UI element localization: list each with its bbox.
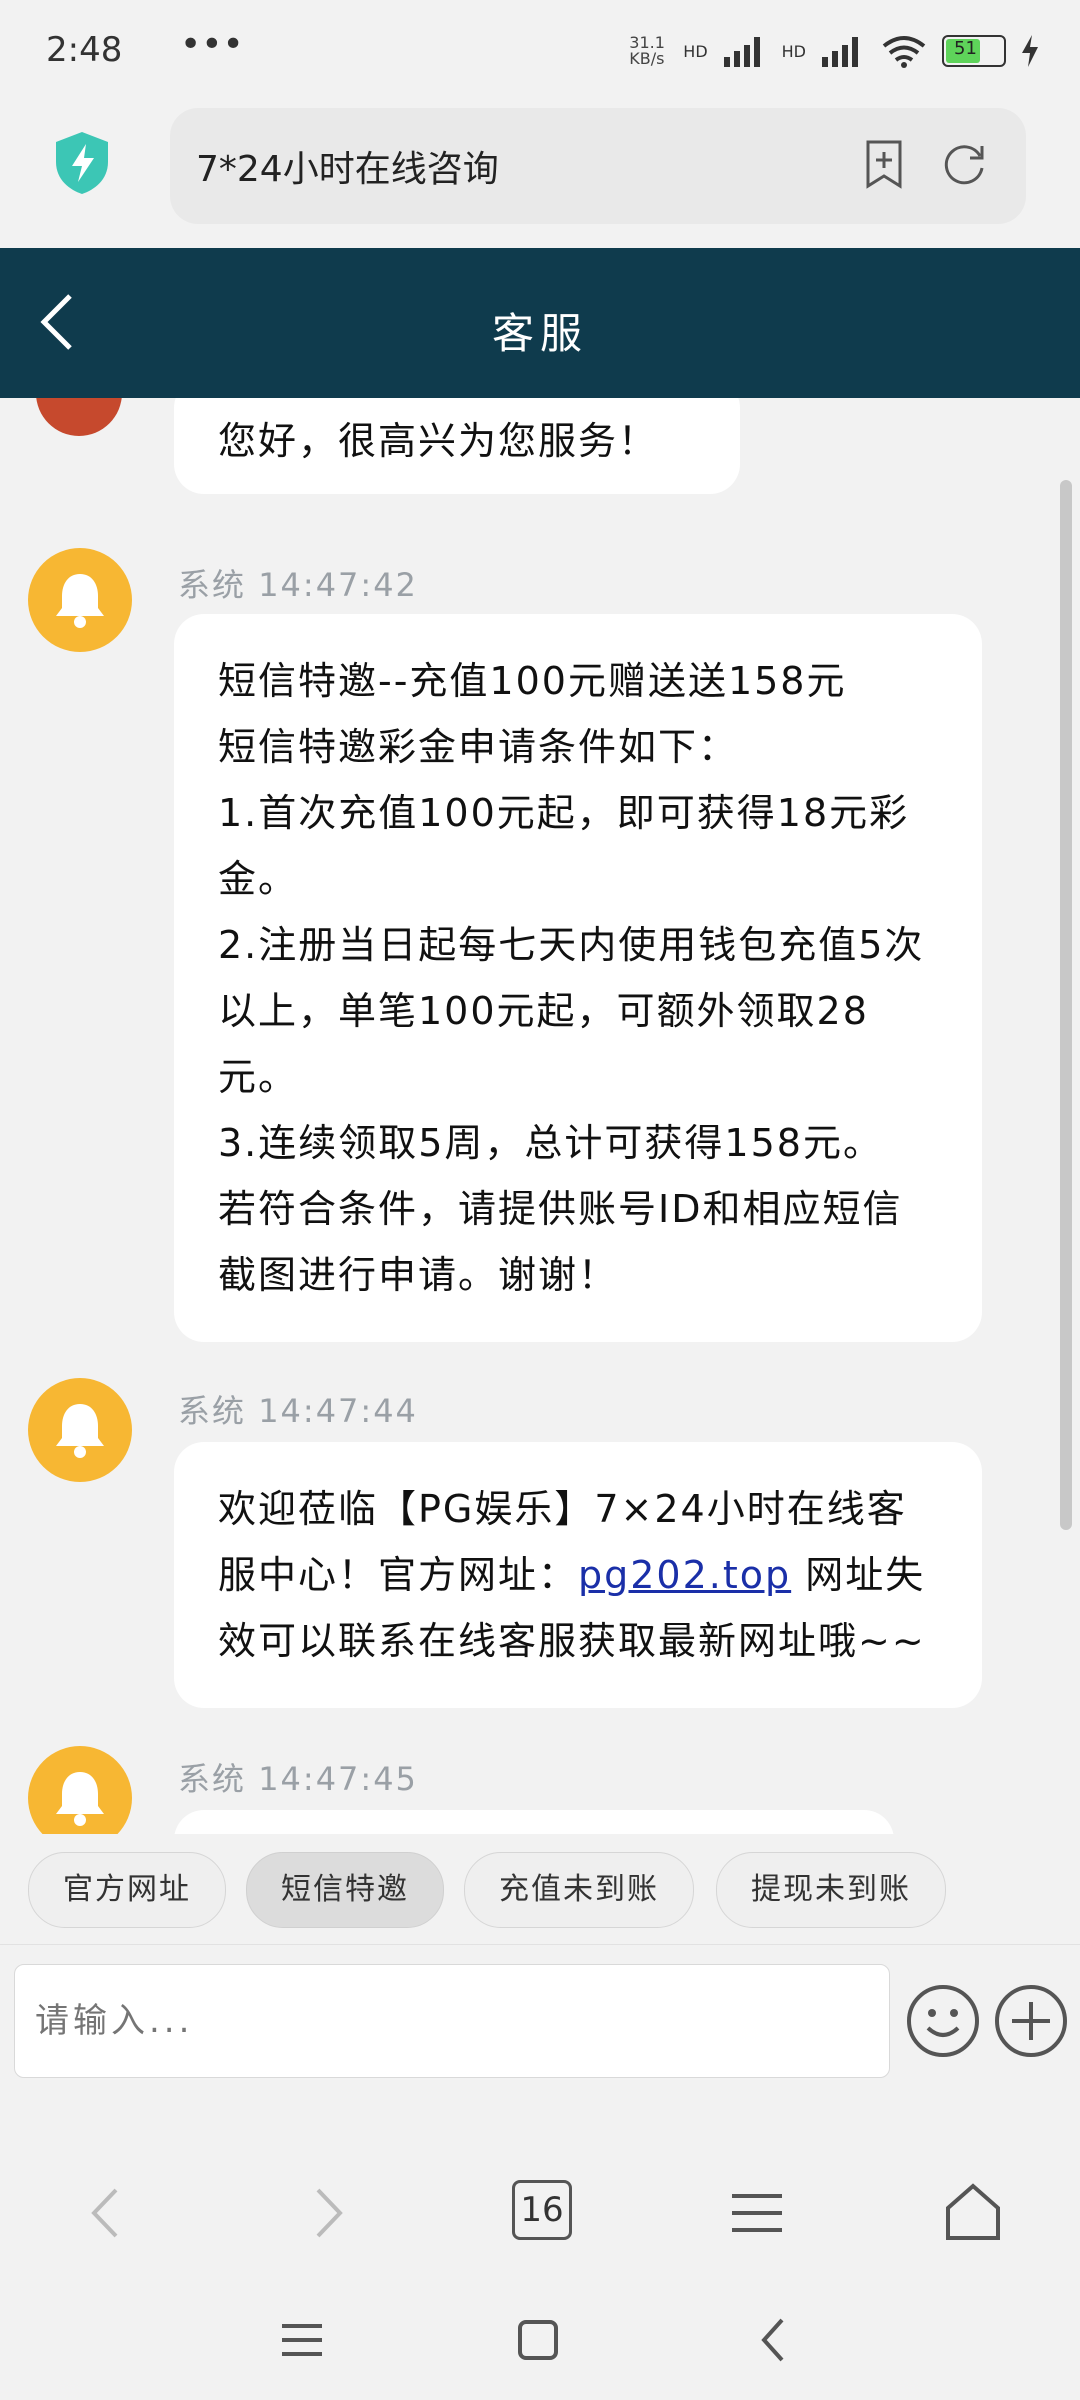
- back-arrow-icon[interactable]: [72, 2178, 142, 2248]
- agent-avatar: [36, 398, 122, 436]
- network-speed: 31.1 KB/s: [629, 33, 665, 68]
- shield-icon[interactable]: [52, 130, 112, 196]
- message-line: 3.连续领取5周，总计可获得158元。: [218, 1121, 883, 1165]
- wifi-icon: [882, 36, 926, 68]
- status-more-dots: •••: [180, 24, 244, 65]
- charging-icon: [1022, 35, 1038, 67]
- message-text: 欢迎莅临【PG娱乐】7×24小时在线客服中心！官方网址：pg202.top 网址…: [218, 1476, 938, 1674]
- chat-scrollbar[interactable]: [1060, 480, 1072, 1530]
- system-back-icon[interactable]: [744, 2310, 804, 2370]
- system-avatar: [28, 1378, 132, 1482]
- signal-icon-2: [822, 37, 858, 67]
- url-text[interactable]: 7*24小时在线咨询: [196, 140, 499, 192]
- plus-circle-icon[interactable]: [992, 1982, 1070, 2060]
- quick-reply-sms-invite[interactable]: 短信特邀: [246, 1852, 444, 1928]
- quick-reply-official-site[interactable]: 官方网址: [28, 1852, 226, 1928]
- message-line: 2.注册当日起每七天内使用钱包充值5次以上，单笔100元起，可额外领取28元。: [218, 923, 925, 1099]
- message-time: 14:47:45: [258, 1760, 418, 1798]
- message-text: 您好，很高兴为您服务！: [218, 419, 659, 463]
- message-bubble: 欢迎莅临【PG娱乐】7×24小时在线客服中心！官方网址：pg202.top 网址…: [174, 1442, 982, 1708]
- message-meta: 系统 14:47:45: [178, 1754, 418, 1800]
- message-line: 短信特邀--充值100元赠送送158元: [218, 659, 847, 703]
- system-avatar: [28, 548, 132, 652]
- message-bubble: [174, 1810, 894, 1834]
- battery-icon: 51: [942, 35, 1006, 67]
- emoji-icon[interactable]: [904, 1982, 982, 2060]
- network-type-1: HD: [683, 41, 708, 61]
- quick-reply-deposit-missing[interactable]: 充值未到账: [464, 1852, 694, 1928]
- message-line: 1.首次充值100元起，即可获得18元彩金。: [218, 791, 910, 901]
- refresh-icon[interactable]: [936, 136, 992, 192]
- recent-apps-icon[interactable]: [272, 2310, 332, 2370]
- bell-icon: [56, 1772, 104, 1826]
- bell-icon: [56, 1404, 104, 1458]
- message-line: 若符合条件，请提供账号ID和相应短信截图进行申请。谢谢！: [218, 1187, 903, 1297]
- chat-title: 客服: [491, 309, 588, 358]
- status-indicators: 31.1 KB/s HD HD 51: [629, 34, 1040, 68]
- message-time: 14:47:42: [258, 566, 418, 604]
- signal-icon: [723, 37, 760, 67]
- home-button-icon[interactable]: [508, 2310, 568, 2370]
- system-avatar: [28, 1746, 132, 1834]
- message-bubble: 短信特邀--充值100元赠送送158元 短信特邀彩金申请条件如下： 1.首次充值…: [174, 614, 982, 1342]
- home-icon[interactable]: [938, 2178, 1008, 2248]
- message-meta: 系统 14:47:42: [178, 560, 418, 606]
- bell-icon: [56, 574, 104, 628]
- forward-arrow-icon[interactable]: [292, 2178, 362, 2248]
- sender-name: 系统: [178, 1392, 247, 1430]
- quick-reply-withdraw-missing[interactable]: 提现未到账: [716, 1852, 946, 1928]
- tab-count-button[interactable]: 16: [512, 2180, 572, 2240]
- message-input[interactable]: [15, 1965, 889, 2077]
- message-input-box[interactable]: [14, 1964, 890, 2078]
- status-time: 2:48: [46, 30, 123, 70]
- message-bubble: 您好，很高兴为您服务！: [174, 398, 740, 494]
- network-type-2: HD: [781, 41, 806, 61]
- message-line: 短信特邀彩金申请条件如下：: [218, 725, 739, 769]
- sender-name: 系统: [178, 566, 247, 604]
- message-time: 14:47:44: [258, 1392, 418, 1430]
- battery-level: 51: [954, 38, 977, 59]
- chat-messages[interactable]: 您好，很高兴为您服务！ 系统 14:47:42 短信特邀--充值100元赠送送1…: [0, 398, 1080, 1834]
- menu-icon[interactable]: [722, 2178, 792, 2248]
- site-link[interactable]: pg202.top: [578, 1553, 791, 1597]
- message-meta: 系统 14:47:44: [178, 1386, 418, 1432]
- bookmark-add-icon[interactable]: [856, 136, 912, 192]
- sender-name: 系统: [178, 1760, 247, 1798]
